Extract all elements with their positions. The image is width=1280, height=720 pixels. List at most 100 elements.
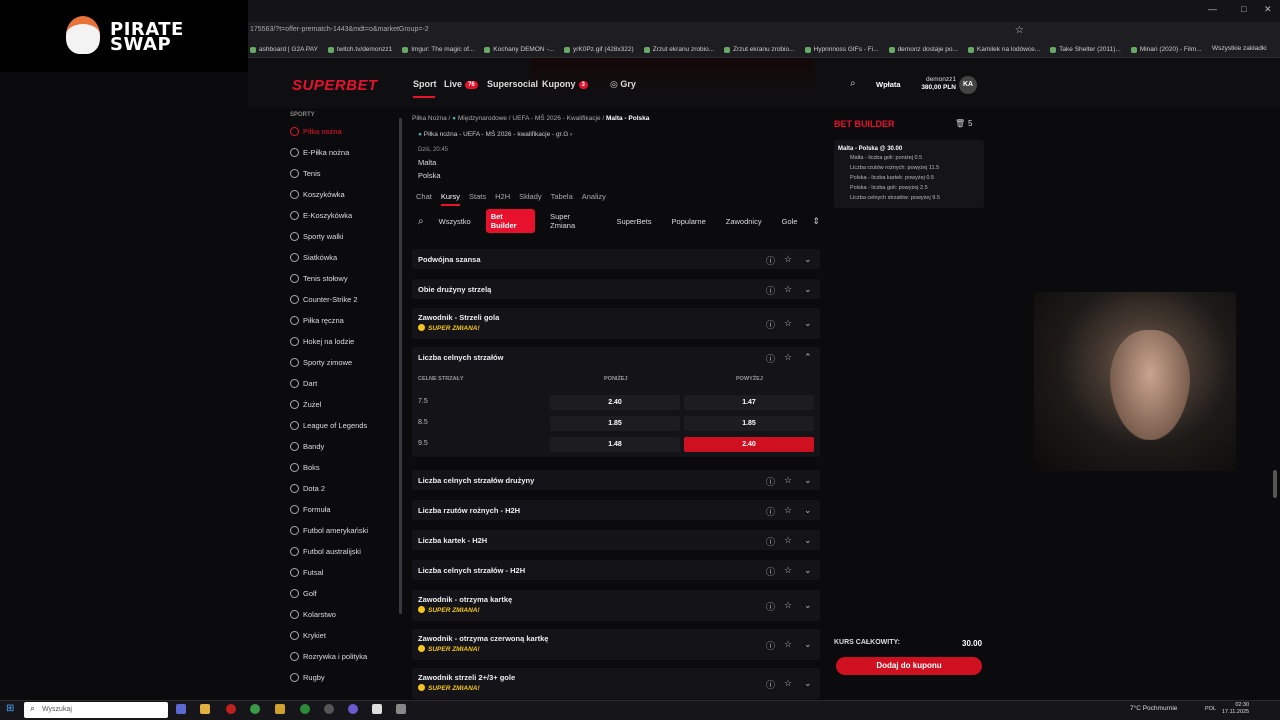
competition-link[interactable]: ● Piłka nożna - UEFA - MŚ 2026 - kwalifi… [418,131,572,138]
market-row[interactable]: Liczba celnych strzałów ⓘ ☆ ⌃ CELNE STRZAŁY P… [412,347,820,457]
search-icon[interactable]: ⌕ [850,78,856,89]
sidebar-item[interactable]: Sporty zimowe [290,355,400,369]
tab-analizy[interactable]: Analizy [582,192,606,206]
sidebar-item[interactable]: E-Piłka nożna [290,145,400,159]
filter-gole[interactable]: Gole [777,214,803,229]
sidebar-item[interactable]: Hokej na lodzie [290,334,400,348]
bookmark-item[interactable]: Kamilek na lodówce... [967,46,1040,53]
chevron-down-icon[interactable]: ⌄ [804,639,812,650]
tab-stats[interactable]: Stats [469,192,486,206]
info-icon[interactable]: ⓘ [766,318,775,331]
odds-button-under[interactable]: 1.48 [550,437,680,452]
chevron-down-icon[interactable]: ⌄ [804,254,812,265]
chevron-down-icon[interactable]: ⌄ [804,318,812,329]
chrome-icon[interactable] [250,704,260,714]
sidebar-item[interactable]: Formuła [290,502,400,516]
obs-icon[interactable] [324,704,334,714]
bookmark-star-icon[interactable]: ☆ [1015,25,1024,36]
sidebar-item[interactable]: Futsal [290,565,400,579]
taskbar-clock[interactable]: 02:30 17.11.2025 [1222,702,1249,716]
bookmark-item[interactable]: demonz dostaje po... [888,46,958,53]
trash-icon[interactable]: 🗑 [955,119,965,128]
tab-kursy[interactable]: Kursy [440,192,461,206]
info-icon[interactable]: ⓘ [766,565,775,578]
opera-icon[interactable] [226,704,236,714]
chevron-down-icon[interactable]: ⌄ [804,600,812,611]
odds-button-under[interactable]: 1.85 [550,416,680,431]
chevron-down-icon[interactable]: ⌄ [804,535,812,546]
tab-tabela[interactable]: Tabela [551,192,573,206]
url-text[interactable]: 175563/?t=offer-prematch-1443&mdt=o&mark… [250,26,429,33]
info-icon[interactable]: ⓘ [766,284,775,297]
tab-chat[interactable]: Chat [416,192,432,206]
info-icon[interactable]: ⓘ [766,600,775,613]
favorite-star-icon[interactable]: ☆ [784,284,792,295]
weather-widget[interactable]: 7°C Pochmurnie [1130,705,1177,712]
breadcrumb-item[interactable]: Międzynarodowe [458,115,507,122]
bookmark-item[interactable]: Hypnnnoss GIFs - Fi... [804,46,879,53]
breadcrumb-item[interactable]: Piłka Nożna [412,115,447,122]
taskview-icon[interactable] [176,704,186,714]
maximize-button[interactable]: □ [1241,4,1246,14]
bookmark-item[interactable]: Take Shelter (2011)... [1050,46,1121,53]
sidebar-item[interactable]: Golf [290,586,400,600]
sidebar-item[interactable]: Dota 2 [290,481,400,495]
favorite-star-icon[interactable]: ☆ [784,505,792,516]
bookmark-item[interactable]: Kochany DEMON -... [484,46,554,53]
filter-superbets[interactable]: SuperBets [612,214,657,229]
market-row[interactable]: Obie drużyny strzelą ⓘ ☆ ⌄ [412,279,820,299]
favorite-star-icon[interactable]: ☆ [784,678,792,689]
info-icon[interactable]: ⓘ [766,678,775,691]
market-row[interactable]: Liczba celnych strzałów drużyny ⓘ ☆ ⌄ [412,470,820,490]
add-to-coupon-button[interactable]: Dodaj do kuponu [836,657,982,675]
favorite-star-icon[interactable]: ☆ [784,535,792,546]
nav-gry[interactable]: ◎ Gry [610,79,636,90]
sidebar-scrollbar[interactable] [399,118,402,614]
nav-sport[interactable]: Sport [413,79,437,89]
market-row[interactable]: Zawodnik - otrzyma czerwoną kartkę SUPER … [412,629,820,660]
market-row[interactable]: Podwójna szansa ⓘ ☆ ⌄ [412,249,820,269]
market-row[interactable]: Zawodnik - otrzyma kartkę SUPER ZMIANA! ⓘ ☆… [412,590,820,621]
chevron-up-icon[interactable]: ⌃ [804,352,812,363]
sidebar-item[interactable]: Futbol amerykański [290,523,400,537]
favorite-star-icon[interactable]: ☆ [784,600,792,611]
deposit-button[interactable]: Wpłata [876,80,901,89]
favorite-star-icon[interactable]: ☆ [784,318,792,329]
market-row[interactable]: Liczba kartek - H2H ⓘ ☆ ⌄ [412,530,820,550]
search-icon[interactable]: ⌕ [418,216,424,227]
avatar[interactable]: KA [959,76,977,94]
info-icon[interactable]: ⓘ [766,254,775,267]
windows-start-icon[interactable]: ⊞ [6,703,14,714]
language-indicator[interactable]: POL [1205,706,1216,712]
info-icon[interactable]: ⓘ [766,505,775,518]
odds-button-over[interactable]: 1.85 [684,416,814,431]
chevron-down-icon[interactable]: ⌄ [804,284,812,295]
sidebar-item[interactable]: Bandy [290,439,400,453]
sidebar-item[interactable]: Piłka ręczna [290,313,400,327]
taskbar-search-input[interactable]: Wyszukaj [24,702,168,718]
bookmark-item[interactable]: Imgur: The magic of... [402,46,474,53]
market-row[interactable]: Liczba rzutów rożnych - H2H ⓘ ☆ ⌄ [412,500,820,520]
discord-icon[interactable] [348,704,358,714]
sidebar-item[interactable]: Żużel [290,397,400,411]
page-scrollbar[interactable] [1273,470,1277,498]
tab-sklady[interactable]: Składy [519,192,542,206]
all-bookmarks[interactable]: Wszystkie zakładki [1212,45,1267,52]
odds-button-over[interactable]: 1.47 [684,395,814,410]
sidebar-item[interactable]: Rozrywka i polityka [290,649,400,663]
sidebar-item[interactable]: Futbol australijski [290,544,400,558]
explorer-icon[interactable] [200,704,210,714]
bookmark-item[interactable]: ashboard | G2A PAY [250,46,318,53]
app-icon[interactable] [396,704,406,714]
market-row[interactable]: Liczba celnych strzałów - H2H ⓘ ☆ ⌄ [412,560,820,580]
nav-kupony[interactable]: Kupony 3 [542,79,588,89]
chevron-down-icon[interactable]: ⌄ [804,678,812,689]
minimize-button[interactable]: — [1208,4,1217,14]
market-row[interactable]: Zawodnik - Strzeli gola SUPER ZMIANA! ⓘ ☆ ⌄ [412,308,820,339]
sidebar-item[interactable]: Sporty walki [290,229,400,243]
favorite-star-icon[interactable]: ☆ [784,475,792,486]
filter-super-zmiana[interactable]: Super Zmiana [545,209,601,233]
odds-button-over[interactable]: 2.40 [684,437,814,452]
sidebar-item[interactable]: Siatkówka [290,250,400,264]
sidebar-item[interactable]: Counter-Strike 2 [290,292,400,306]
